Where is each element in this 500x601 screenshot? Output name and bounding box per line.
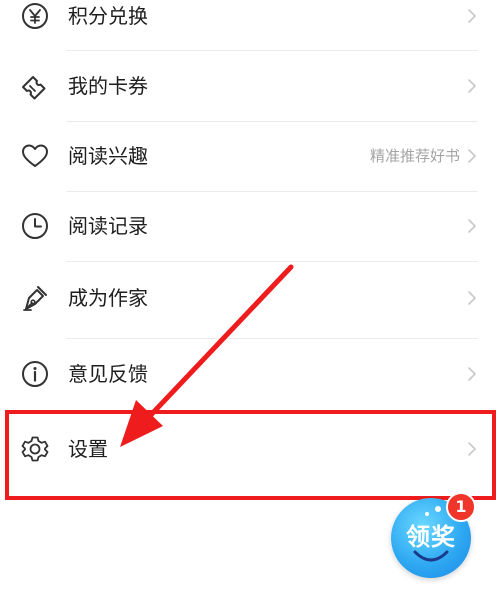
menu-item-reading-history[interactable]: 阅读记录 [0,198,500,258]
chevron-right-icon [466,441,478,457]
smile-arc-icon [413,550,449,562]
menu-item-label: 意见反馈 [68,362,148,386]
pen-nib-icon [19,282,51,314]
menu-item-feedback[interactable]: 意见反馈 [0,346,500,406]
sparkle-icon [435,506,441,512]
menu-item-label: 积分兑换 [68,4,148,28]
gear-icon [19,433,51,465]
chevron-right-icon [466,8,478,24]
ticket-icon [19,70,51,102]
menu-item-hint: 精准推荐好书 [369,147,460,165]
chevron-right-icon [466,148,478,164]
info-icon [19,358,51,390]
heart-icon [19,140,51,172]
menu-item-settings[interactable]: 设置 [0,421,500,481]
menu-item-points-exchange[interactable]: 积分兑换 [0,0,500,48]
menu-item-become-writer[interactable]: 成为作家 [0,270,500,330]
divider [66,121,478,122]
menu-item-reading-interests[interactable]: 阅读兴趣 精准推荐好书 [0,128,500,188]
divider [66,338,478,339]
menu-item-label: 成为作家 [68,286,148,310]
yuan-coin-icon [19,0,51,32]
divider [66,50,478,51]
clock-icon [19,210,51,242]
divider [66,261,478,262]
menu-item-label: 设置 [68,437,108,461]
notification-badge: 1 [446,492,476,522]
chevron-right-icon [466,290,478,306]
menu-item-label: 我的卡券 [68,74,148,98]
chevron-right-icon [466,218,478,234]
chevron-right-icon [466,366,478,382]
sparkle-icon [425,512,429,516]
menu-item-my-coupons[interactable]: 我的卡券 [0,58,500,118]
menu-item-label: 阅读兴趣 [68,144,148,168]
chevron-right-icon [466,78,478,94]
menu-item-label: 阅读记录 [68,214,148,238]
divider [66,191,478,192]
